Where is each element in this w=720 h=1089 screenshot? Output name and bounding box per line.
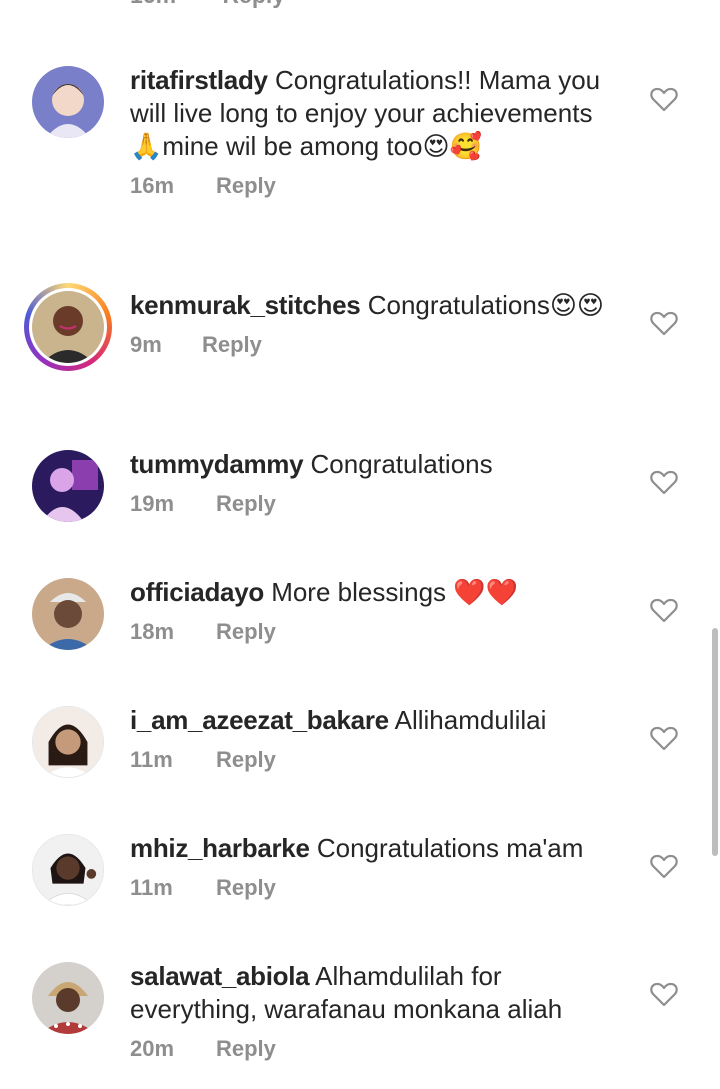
comment-text: tummydammy Congratulations	[130, 448, 630, 481]
reply-button[interactable]: Reply	[216, 173, 276, 199]
avatar-image	[33, 707, 103, 777]
comment-username[interactable]: ritafirstlady	[130, 65, 268, 95]
comment-body: More blessings ❤️❤️	[271, 577, 519, 607]
heart-outline-icon[interactable]	[650, 469, 678, 495]
reply-button[interactable]: Reply	[216, 747, 276, 773]
comment-body: Allihamdulilai	[394, 705, 547, 735]
avatar-image	[32, 578, 104, 650]
comment-username[interactable]: mhiz_harbarke	[130, 833, 310, 863]
heart-outline-icon[interactable]	[650, 853, 678, 879]
reply-button[interactable]: Reply	[216, 619, 276, 645]
comment-username[interactable]: tummydammy	[130, 449, 304, 479]
comment-time: 19m	[130, 491, 175, 516]
avatar-image	[32, 291, 104, 363]
avatar[interactable]	[32, 450, 104, 522]
heart-outline-icon[interactable]	[650, 981, 678, 1007]
comment-text: officiadayo More blessings ❤️❤️	[130, 576, 630, 609]
comment-time: 11m	[130, 875, 173, 900]
reply-button[interactable]: Reply	[216, 875, 276, 901]
comments-screen: 16m Reply ritafirstlady Congratulations!…	[0, 0, 720, 1089]
comment-username[interactable]: kenmurak_stitches	[130, 290, 361, 320]
reply-button[interactable]: Reply	[216, 491, 276, 517]
comment-time: 16m	[130, 0, 176, 8]
avatar[interactable]	[24, 283, 112, 371]
reply-button[interactable]: Reply	[202, 332, 262, 358]
comment-text: salawat_abiola Alhamdulilah for everythi…	[130, 960, 630, 1026]
reply-button[interactable]: Reply	[222, 0, 285, 8]
avatar-image	[32, 962, 104, 1034]
comment-time: 9m	[130, 332, 162, 357]
comment-text: mhiz_harbarke Congratulations ma'am	[130, 832, 630, 865]
comment-username[interactable]: officiadayo	[130, 577, 264, 607]
scrollbar[interactable]	[712, 628, 718, 856]
comment-text: i_am_azeezat_bakare Allihamdulilai	[130, 704, 630, 737]
heart-outline-icon[interactable]	[650, 86, 678, 112]
comment-time: 20m	[130, 1036, 175, 1061]
story-ring	[24, 283, 112, 371]
avatar-image	[32, 450, 104, 522]
heart-outline-icon[interactable]	[650, 310, 678, 336]
avatar[interactable]	[32, 706, 104, 778]
comment-text: kenmurak_stitches Congratulations😍😍	[130, 289, 630, 322]
avatar-image	[33, 835, 103, 905]
comment-body: Congratulations	[310, 449, 493, 479]
comment-time: 16m	[130, 173, 175, 198]
avatar-image	[32, 66, 104, 138]
comment-body: Congratulations ma'am	[316, 833, 584, 863]
comment-username[interactable]: i_am_azeezat_bakare	[130, 705, 389, 735]
reply-button[interactable]: Reply	[216, 1036, 276, 1062]
heart-outline-icon[interactable]	[650, 725, 678, 751]
avatar[interactable]	[32, 66, 104, 138]
comment-time: 18m	[130, 619, 175, 644]
comment-username[interactable]: salawat_abiola	[130, 961, 310, 991]
avatar[interactable]	[32, 962, 104, 1034]
previous-comment-meta: 16m Reply	[130, 0, 325, 9]
comment-body: Congratulations😍😍	[367, 290, 605, 320]
avatar[interactable]	[32, 578, 104, 650]
heart-outline-icon[interactable]	[650, 597, 678, 623]
avatar[interactable]	[32, 834, 104, 906]
comment-text: ritafirstlady Congratulations!! Mama you…	[130, 64, 630, 163]
comment-time: 11m	[130, 747, 173, 772]
